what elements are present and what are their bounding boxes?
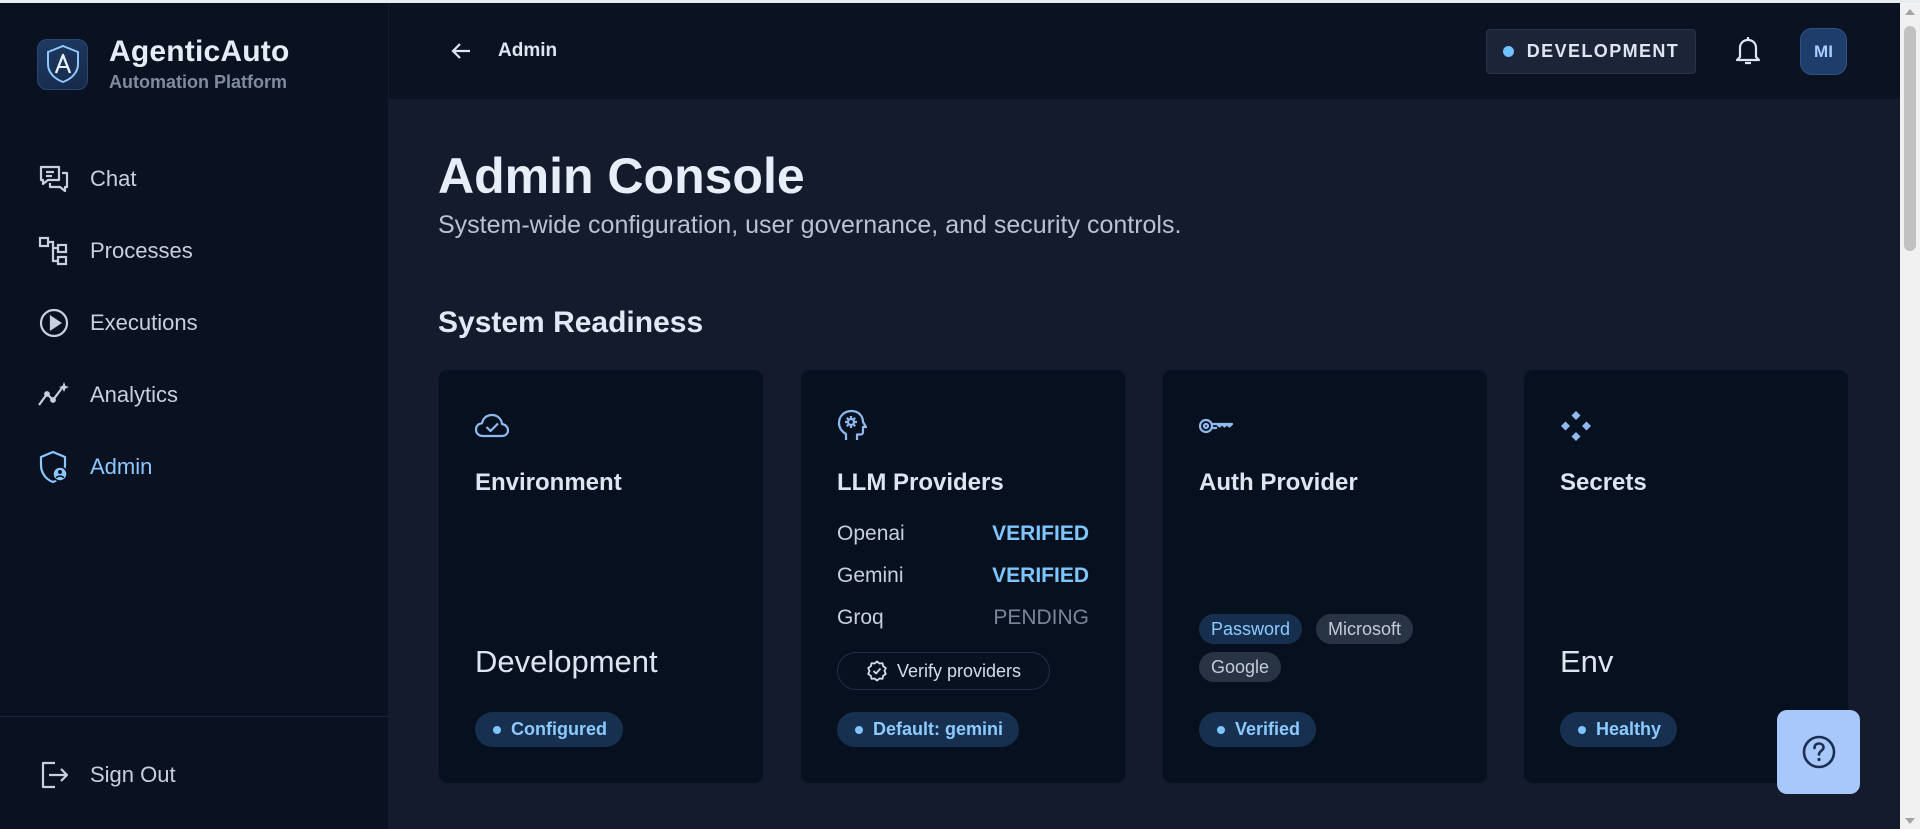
auth-method-chip: Microsoft (1316, 614, 1414, 644)
environment-badge[interactable]: DEVELOPMENT (1486, 29, 1696, 74)
sign-out-label: Sign Out (90, 762, 176, 787)
status-badge: Default: gemini (837, 712, 1020, 747)
provider-name: Groq (837, 606, 884, 629)
environment-label: DEVELOPMENT (1526, 41, 1680, 61)
sidebar-item-processes[interactable]: Processes (0, 215, 389, 287)
status-dot (1217, 725, 1225, 734)
provider-row: Gemini VERIFIED (837, 564, 1089, 588)
sidebar-item-admin[interactable]: Admin (0, 431, 389, 503)
chat-icon (36, 161, 72, 197)
sidebar-divider (0, 716, 389, 717)
status-badge: Configured (475, 712, 623, 747)
sidebar-nav: Chat Processes Executions Analytics Admi… (0, 143, 389, 503)
bell-icon (1735, 37, 1761, 65)
brand[interactable]: AgenticAuto Automation Platform (37, 35, 290, 93)
sidebar-item-chat[interactable]: Chat (0, 143, 389, 215)
page-title: Admin Console (438, 148, 805, 204)
breadcrumb-title: Admin (498, 40, 558, 61)
key-icon (1198, 408, 1236, 444)
llm-providers-card: LLM Providers Openai VERIFIED Gemini VER… (800, 369, 1126, 784)
auth-method-chip: Password (1199, 614, 1303, 644)
avatar[interactable]: MI (1800, 28, 1847, 75)
sidebar-item-label: Chat (90, 166, 137, 191)
back-button[interactable] (445, 35, 477, 67)
scroll-up-arrow-icon[interactable] (1900, 3, 1920, 20)
badge-check-icon (866, 660, 888, 682)
provider-status: PENDING (993, 606, 1089, 629)
sidebar-item-label: Processes (90, 238, 193, 263)
help-button[interactable] (1777, 710, 1860, 794)
brain-gear-icon (836, 408, 874, 444)
verify-providers-button[interactable]: Verify providers (837, 652, 1050, 690)
top-header: Admin DEVELOPMENT MI (389, 3, 1900, 99)
admin-shield-icon (36, 449, 72, 485)
provider-name: Gemini (837, 564, 904, 587)
page-subtitle: System-wide configuration, user governan… (438, 211, 1182, 239)
process-tree-icon (36, 233, 72, 269)
badge-label: Healthy (1596, 719, 1662, 739)
status-badge: Verified (1199, 712, 1317, 747)
provider-status: VERIFIED (992, 522, 1089, 545)
auth-method-chip: Google (1199, 652, 1282, 682)
badge-label: Default: gemini (873, 719, 1004, 739)
logout-icon (36, 757, 72, 793)
sidebar-item-analytics[interactable]: Analytics (0, 359, 389, 431)
environment-value: Development (475, 644, 658, 679)
notifications-button[interactable] (1730, 33, 1766, 69)
card-title: LLM Providers (837, 469, 1004, 496)
question-circle-icon (1802, 735, 1835, 769)
status-dot (493, 725, 501, 734)
badge-label: Configured (511, 719, 607, 739)
status-dot (1578, 725, 1586, 734)
provider-name: Openai (837, 522, 905, 545)
environment-card: Environment Development Configured (438, 369, 764, 784)
sidebar-item-label: Admin (90, 454, 153, 479)
vertical-scrollbar[interactable] (1900, 3, 1920, 829)
auth-provider-card: Auth Provider Password Microsoft Google … (1162, 369, 1488, 784)
analytics-icon (36, 377, 72, 413)
card-title: Auth Provider (1199, 469, 1358, 496)
sidebar-item-label: Executions (90, 310, 198, 335)
status-dot (855, 725, 863, 734)
sign-out-area: Sign Out (0, 739, 389, 811)
brand-name: AgenticAuto (109, 35, 290, 68)
status-dot (1502, 46, 1514, 57)
cloud-check-icon (474, 408, 512, 444)
secrets-value: Env (1560, 644, 1614, 679)
card-title: Secrets (1560, 469, 1647, 496)
verify-providers-label: Verify providers (896, 660, 1022, 681)
scroll-down-arrow-icon[interactable] (1900, 812, 1920, 829)
brand-subtitle: Automation Platform (109, 72, 287, 92)
provider-row: Groq PENDING (837, 606, 1089, 630)
card-title: Environment (475, 469, 622, 496)
diamond-grid-icon (1559, 408, 1597, 444)
scrollbar-thumb[interactable] (1904, 26, 1916, 251)
arrow-left-icon (451, 43, 470, 59)
sidebar-item-label: Analytics (90, 382, 179, 407)
provider-status: VERIFIED (992, 564, 1089, 587)
section-title: System Readiness (438, 306, 704, 339)
play-circle-icon (36, 305, 72, 341)
provider-row: Openai VERIFIED (837, 522, 1089, 546)
badge-label: Verified (1235, 719, 1301, 739)
main-content: Admin Console System-wide configuration,… (389, 99, 1900, 829)
sidebar: AgenticAuto Automation Platform Chat Pro… (0, 3, 389, 829)
status-badge: Healthy (1560, 712, 1678, 747)
brand-logo-icon (37, 38, 88, 90)
sign-out-button[interactable]: Sign Out (0, 739, 389, 811)
sidebar-item-executions[interactable]: Executions (0, 287, 389, 359)
